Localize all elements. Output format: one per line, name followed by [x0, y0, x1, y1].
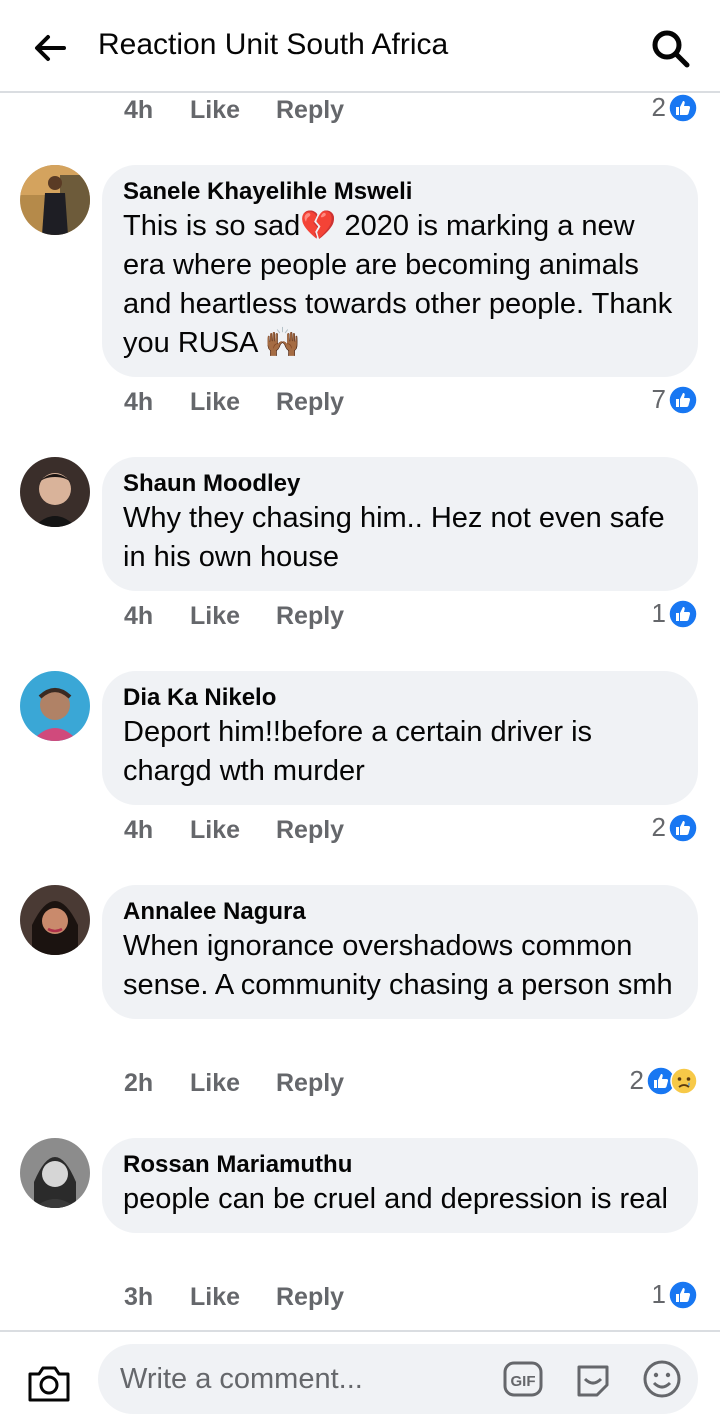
- comment-input-placeholder: Write a comment...: [120, 1363, 363, 1395]
- avatar[interactable]: [20, 885, 90, 955]
- like-link[interactable]: Like: [190, 388, 240, 417]
- comment-text: people can be cruel and depression is re…: [123, 1183, 668, 1215]
- like-link[interactable]: Like: [190, 1069, 240, 1098]
- like-icon: [668, 384, 698, 415]
- like-link[interactable]: Like: [190, 602, 240, 631]
- reply-link[interactable]: Reply: [276, 1069, 344, 1098]
- reply-link[interactable]: Reply: [276, 816, 344, 845]
- comment-author[interactable]: Dia Ka Nikelo: [123, 683, 678, 713]
- comment-time: 4h: [124, 816, 154, 844]
- comment-composer: Write a comment... GIF: [0, 1330, 720, 1427]
- reaction-summary[interactable]: 7: [652, 384, 698, 415]
- like-icon: [668, 598, 698, 629]
- comment-actions-row: 4h Like Reply 1: [0, 598, 720, 642]
- comment-time: 3h: [124, 1283, 154, 1311]
- comment-bubble[interactable]: Rossan Mariamuthu people can be cruel an…: [102, 1138, 698, 1233]
- page-title: Reaction Unit South Africa: [98, 28, 449, 61]
- comment-time: 4h: [124, 96, 154, 124]
- like-icon: [668, 812, 698, 843]
- reply-link[interactable]: Reply: [276, 96, 344, 125]
- reaction-count: 2: [629, 1065, 644, 1095]
- reaction-summary[interactable]: 2: [652, 812, 698, 843]
- comment-actions-row: 3h Like Reply 1: [0, 1279, 720, 1323]
- comment-author[interactable]: Rossan Mariamuthu: [123, 1150, 678, 1180]
- reply-link[interactable]: Reply: [276, 602, 344, 631]
- avatar[interactable]: [20, 671, 90, 741]
- camera-icon[interactable]: [26, 1362, 72, 1404]
- comment-time: 2h: [124, 1069, 154, 1097]
- gif-icon[interactable]: GIF: [503, 1361, 543, 1397]
- comment-time: 4h: [124, 602, 154, 630]
- comment-bubble[interactable]: Dia Ka Nikelo Deport him!!before a certa…: [102, 671, 698, 805]
- comment-actions-row: 4h Like Reply 2: [0, 92, 720, 136]
- like-link[interactable]: Like: [190, 816, 240, 845]
- app-header: Reaction Unit South Africa: [0, 0, 720, 93]
- reply-link[interactable]: Reply: [276, 1283, 344, 1312]
- reaction-summary[interactable]: 1: [652, 598, 698, 629]
- comment-actions-row: 4h Like Reply 2: [0, 812, 720, 856]
- back-arrow-icon[interactable]: [30, 28, 70, 68]
- comment-actions-row: 4h Like Reply 7: [0, 384, 720, 428]
- comment-author[interactable]: Annalee Nagura: [123, 897, 678, 927]
- comment-time: 4h: [124, 388, 154, 416]
- comment-author[interactable]: Shaun Moodley: [123, 469, 678, 499]
- reaction-count: 2: [651, 92, 666, 122]
- comment-text: When ignorance overshadows common sense.…: [123, 930, 673, 1001]
- reply-link[interactable]: Reply: [276, 388, 344, 417]
- reaction-count: 1: [651, 1279, 666, 1309]
- avatar[interactable]: [20, 165, 90, 235]
- reaction-summary[interactable]: 1: [652, 1279, 698, 1310]
- reaction-count: 7: [651, 384, 666, 414]
- emoji-icon[interactable]: [642, 1359, 682, 1399]
- comment-actions-row: 2h Like Reply 2: [0, 1065, 720, 1109]
- comment-input[interactable]: Write a comment... GIF: [98, 1344, 698, 1414]
- comment-text: Deport him!!before a certain driver is c…: [123, 716, 593, 787]
- reaction-summary[interactable]: 2: [652, 92, 698, 123]
- sticker-icon[interactable]: [573, 1359, 613, 1399]
- comment-bubble[interactable]: Shaun Moodley Why they chasing him.. Hez…: [102, 457, 698, 591]
- like-icon: [668, 92, 698, 123]
- avatar[interactable]: [20, 1138, 90, 1208]
- reaction-count: 1: [651, 598, 666, 628]
- reaction-summary[interactable]: 2: [630, 1065, 698, 1096]
- reaction-count: 2: [651, 812, 666, 842]
- search-icon[interactable]: [650, 28, 692, 70]
- like-icon: [668, 1279, 698, 1310]
- comment-text: This is so sad💔 2020 is marking a new er…: [123, 210, 673, 359]
- comment-author[interactable]: Sanele Khayelihle Msweli: [123, 177, 678, 207]
- comment-bubble[interactable]: Sanele Khayelihle Msweli This is so sad💔…: [102, 165, 698, 377]
- comment-text: Why they chasing him.. Hez not even safe…: [123, 502, 665, 573]
- like-link[interactable]: Like: [190, 96, 240, 125]
- sad-icon: [670, 1066, 698, 1095]
- avatar[interactable]: [20, 457, 90, 527]
- svg-text:GIF: GIF: [511, 1373, 536, 1390]
- comment-bubble[interactable]: Annalee Nagura When ignorance overshadow…: [102, 885, 698, 1019]
- like-link[interactable]: Like: [190, 1283, 240, 1312]
